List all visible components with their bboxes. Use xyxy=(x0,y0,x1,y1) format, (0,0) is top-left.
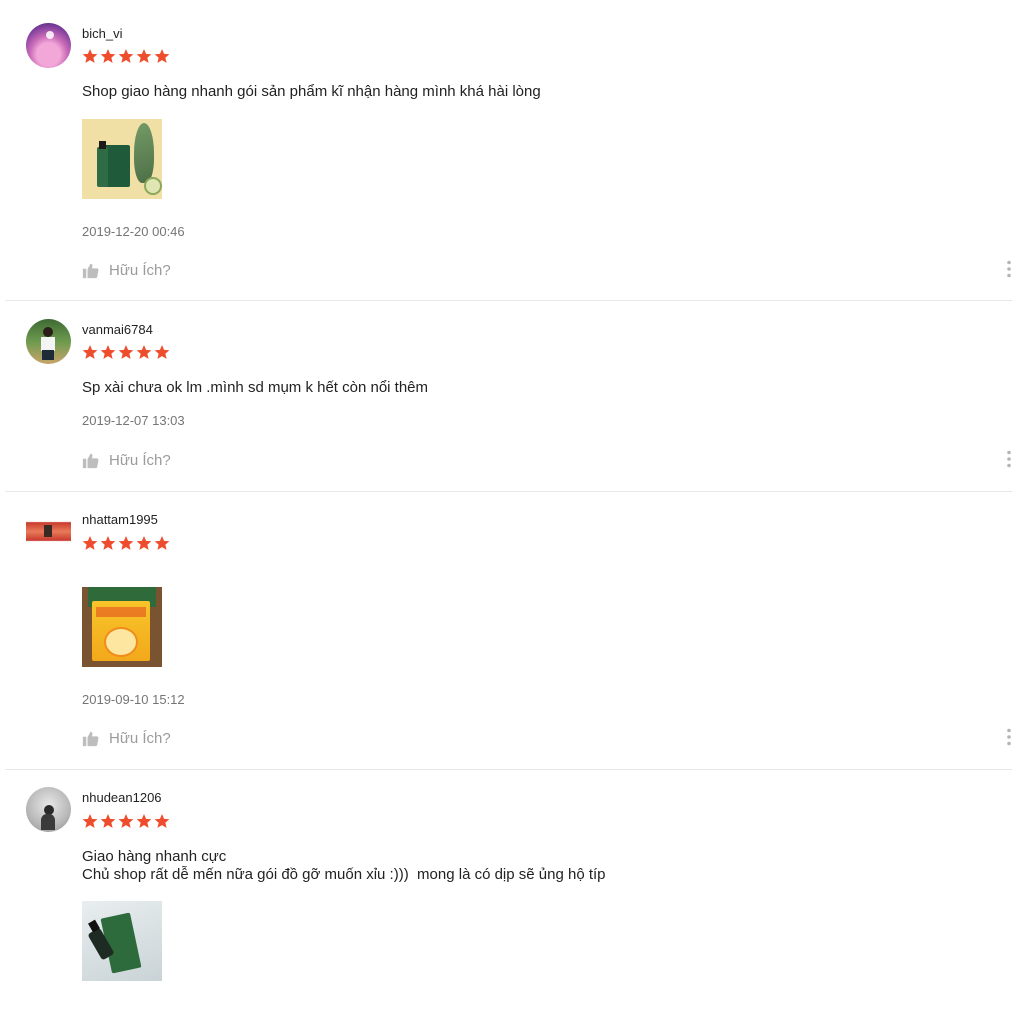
star-icon xyxy=(136,535,152,551)
review-timestamp: 2019-12-20 00:46 xyxy=(82,224,185,239)
username: nhudean1206 xyxy=(82,790,162,805)
review-item: bich_vi Shop giao hàng nhanh gói sản phẩ… xyxy=(0,0,1024,300)
helpful-label: Hữu Ích? xyxy=(109,261,171,279)
star-icon xyxy=(82,48,98,64)
review-photo[interactable] xyxy=(82,587,162,667)
review-comment: Sp xài chưa ok lm .mình sd mụm k hết còn… xyxy=(82,379,429,396)
more-vertical-icon[interactable] xyxy=(1004,260,1014,278)
helpful-label: Hữu Ích? xyxy=(109,729,171,747)
helpful-button[interactable]: Hữu Ích? xyxy=(82,450,171,470)
divider xyxy=(5,300,1012,301)
star-icon xyxy=(118,535,134,551)
star-icon xyxy=(136,48,152,64)
username: nhattam1995 xyxy=(82,512,158,527)
star-icon xyxy=(154,48,170,64)
star-icon xyxy=(118,344,134,360)
more-vertical-icon[interactable] xyxy=(1004,728,1014,746)
more-vertical-icon[interactable] xyxy=(1004,450,1014,468)
avatar[interactable] xyxy=(26,319,71,364)
star-rating xyxy=(82,344,170,360)
review-comment-line: Giao hàng nhanh cực xyxy=(82,848,227,865)
avatar[interactable] xyxy=(26,787,71,832)
review-timestamp: 2019-09-10 15:12 xyxy=(82,692,185,707)
star-icon xyxy=(136,344,152,360)
star-icon xyxy=(136,813,152,829)
thumbs-up-icon xyxy=(82,262,99,279)
helpful-button[interactable]: Hữu Ích? xyxy=(82,728,171,748)
review-photo[interactable] xyxy=(82,901,162,981)
star-rating xyxy=(82,48,170,64)
helpful-label: Hữu Ích? xyxy=(109,451,171,469)
username: vanmai6784 xyxy=(82,322,153,337)
review-timestamp: 2019-12-07 13:03 xyxy=(82,413,185,428)
star-icon xyxy=(154,535,170,551)
review-comment: Shop giao hàng nhanh gói sản phẩm kĩ nhậ… xyxy=(82,83,541,100)
star-icon xyxy=(100,535,116,551)
thumbs-up-icon xyxy=(82,452,99,469)
star-icon xyxy=(100,344,116,360)
star-icon xyxy=(82,535,98,551)
review-comment-line: Chủ shop rất dễ mến nữa gói đồ gỡ muốn x… xyxy=(82,866,606,883)
helpful-button[interactable]: Hữu Ích? xyxy=(82,260,171,280)
star-rating xyxy=(82,535,170,551)
thumbs-up-icon xyxy=(82,730,99,747)
divider xyxy=(5,769,1012,770)
star-icon xyxy=(82,344,98,360)
star-rating xyxy=(82,813,170,829)
username: bich_vi xyxy=(82,26,123,41)
star-icon xyxy=(154,344,170,360)
divider xyxy=(5,491,1012,492)
star-icon xyxy=(100,813,116,829)
star-icon xyxy=(82,813,98,829)
star-icon xyxy=(154,813,170,829)
star-icon xyxy=(100,48,116,64)
avatar[interactable] xyxy=(26,509,71,554)
star-icon xyxy=(118,813,134,829)
review-photo[interactable] xyxy=(82,119,162,199)
star-icon xyxy=(118,48,134,64)
avatar[interactable] xyxy=(26,23,71,68)
